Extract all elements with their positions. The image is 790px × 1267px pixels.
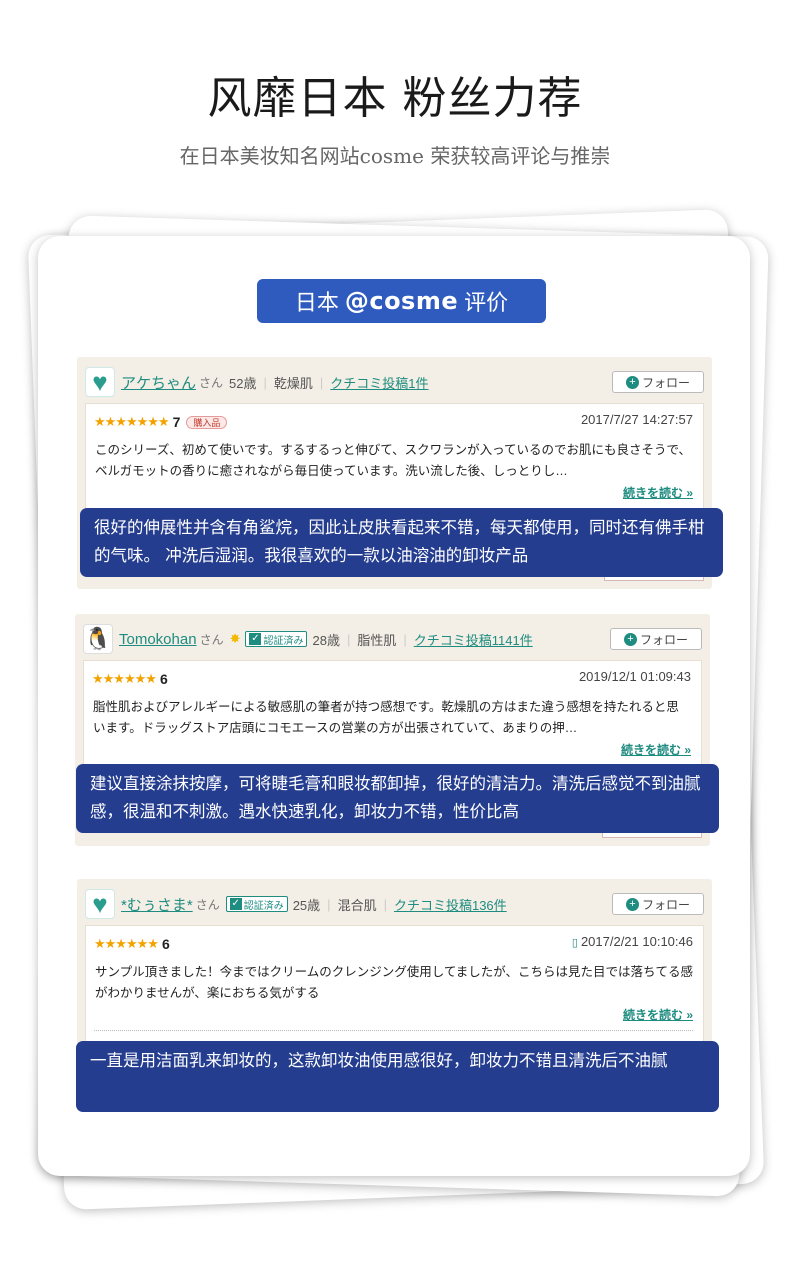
verified-badge: ✓ 認証済み [245, 631, 308, 647]
reviewer-age: 52歳 [229, 375, 257, 391]
review-text: 脂性肌およびアレルギーによる敏感肌の筆者が持つ感想です。乾燥肌の方はまた違う感想… [93, 700, 679, 735]
check-icon: ✓ [229, 898, 242, 910]
review-date: ▯ 2017/2/21 10:10:46 [571, 934, 693, 949]
read-more-link[interactable]: 続きを読む » [621, 741, 691, 758]
honorific: さん [199, 632, 224, 647]
divider: | [383, 896, 387, 912]
reviewer-name[interactable]: *むぅさま* [121, 894, 193, 915]
translation-overlay: 很好的伸展性并含有角鲨烷，因此让皮肤看起来不错，每天都使用，同时还有佛手柑的气味… [80, 508, 723, 577]
verified-badge: ✓ 認証済み [225, 896, 288, 912]
divider: | [319, 374, 324, 390]
honorific: さん [195, 897, 220, 912]
heart-icon[interactable]: ♥ [85, 367, 115, 397]
review-header: 🐧 Tomokohan さん ✸ ✓ 認証済み 28歳 | 脂性肌 | クチコミ投… [83, 622, 702, 656]
penguin-icon[interactable]: 🐧 [83, 624, 113, 654]
rating: ★★★★★★ 6 [92, 671, 168, 687]
translation-overlay: 一直是用洁面乳来卸妆的，这款卸妆油使用感很好，卸妆力不错且清洗后不油腻 [76, 1041, 719, 1112]
purchased-badge: 購入品 [186, 415, 228, 429]
post-count-link[interactable]: クチコミ投稿1141件 [414, 630, 533, 649]
honorific: さん [199, 375, 224, 390]
check-icon: ✓ [249, 633, 262, 645]
page-subtitle: 在日本美妆知名网站cosme 荣获较高评论与推崇 [179, 144, 611, 168]
rating: ★★★★★★★ 7 購入品 [94, 414, 228, 430]
heart-icon[interactable]: ♥ [85, 889, 115, 919]
follow-label: フォロー [639, 632, 688, 647]
cosme-review-badge: 日本 @cosme 评价 [257, 279, 546, 323]
review-body: ★★★★★★ 6 2019/12/1 01:09:43 脂性肌およびアレルギーに… [83, 660, 702, 770]
post-count-link[interactable]: クチコミ投稿136件 [394, 895, 507, 914]
page-title: 风靡日本 粉丝力荐 [207, 73, 583, 124]
skin-type: 混合肌 [337, 897, 377, 913]
skin-type: 脂性肌 [357, 632, 397, 648]
follow-label: フォロー [641, 375, 690, 390]
rating: ★★★★★★ 6 [94, 936, 170, 952]
star-rating-icon: ★★★★★★ [94, 936, 159, 951]
read-more-link[interactable]: 続きを読む » [623, 1006, 693, 1023]
rating-score: 7 [172, 414, 181, 430]
review-body: ★★★★★★★ 7 購入品 2017/7/27 14:27:57 このシリーズ、… [85, 403, 704, 513]
cosme-logo: @cosme [344, 287, 459, 315]
divider: | [263, 374, 267, 390]
review-text: サンプル頂きました！今まではクリームのクレンジング使用してましたが、こちらは見た… [95, 965, 694, 1000]
badge-suffix: 评价 [464, 290, 509, 315]
rating-score: 6 [161, 936, 170, 952]
plus-icon: + [623, 632, 637, 646]
reviewer-name[interactable]: Tomokohan [119, 631, 197, 648]
divider: | [403, 631, 407, 647]
divider: | [346, 631, 351, 647]
plus-icon: + [625, 375, 639, 389]
follow-button[interactable]: + フォロー [612, 893, 704, 915]
reviewer-age: 25歳 [292, 897, 321, 913]
plus-icon: + [625, 897, 639, 911]
badge-prefix: 日本 [294, 290, 339, 315]
reviewer-name[interactable]: アケちゃん [121, 372, 196, 393]
follow-label: フォロー [641, 897, 690, 912]
crown-icon: ✸ [229, 631, 241, 646]
mobile-phone-icon: ▯ [571, 937, 578, 949]
post-count-link[interactable]: クチコミ投稿1件 [330, 373, 428, 392]
skin-type: 乾燥肌 [273, 375, 313, 391]
star-rating-icon: ★★★★★★★ [94, 414, 170, 429]
read-more-link[interactable]: 続きを読む » [623, 484, 693, 501]
reviewer-age: 28歳 [312, 632, 340, 648]
review-date: 2017/7/27 14:27:57 [580, 412, 693, 427]
divider: | [327, 896, 331, 912]
follow-button[interactable]: + フォロー [612, 371, 704, 393]
dotted-divider [94, 1030, 693, 1031]
review-header: ♥ アケちゃん さん 52歳 | 乾燥肌 | クチコミ投稿1件 + フォロー [85, 365, 704, 399]
follow-button[interactable]: + フォロー [610, 628, 702, 650]
rating-score: 6 [159, 671, 168, 687]
translation-overlay: 建议直接涂抹按摩，可将睫毛膏和眼妆都卸掉，很好的清洁力。清洗后感觉不到油腻感，很… [76, 764, 719, 833]
review-header: ♥ *むぅさま* さん ✓ 認証済み 25歳 | 混合肌 | クチコミ投稿136件… [85, 887, 704, 921]
review-date: 2019/12/1 01:09:43 [578, 669, 691, 684]
star-rating-icon: ★★★★★★ [92, 671, 157, 686]
review-text: このシリーズ、初めて使いです。するするっと伸びて、スクワランが入っているのでお肌… [95, 443, 692, 478]
